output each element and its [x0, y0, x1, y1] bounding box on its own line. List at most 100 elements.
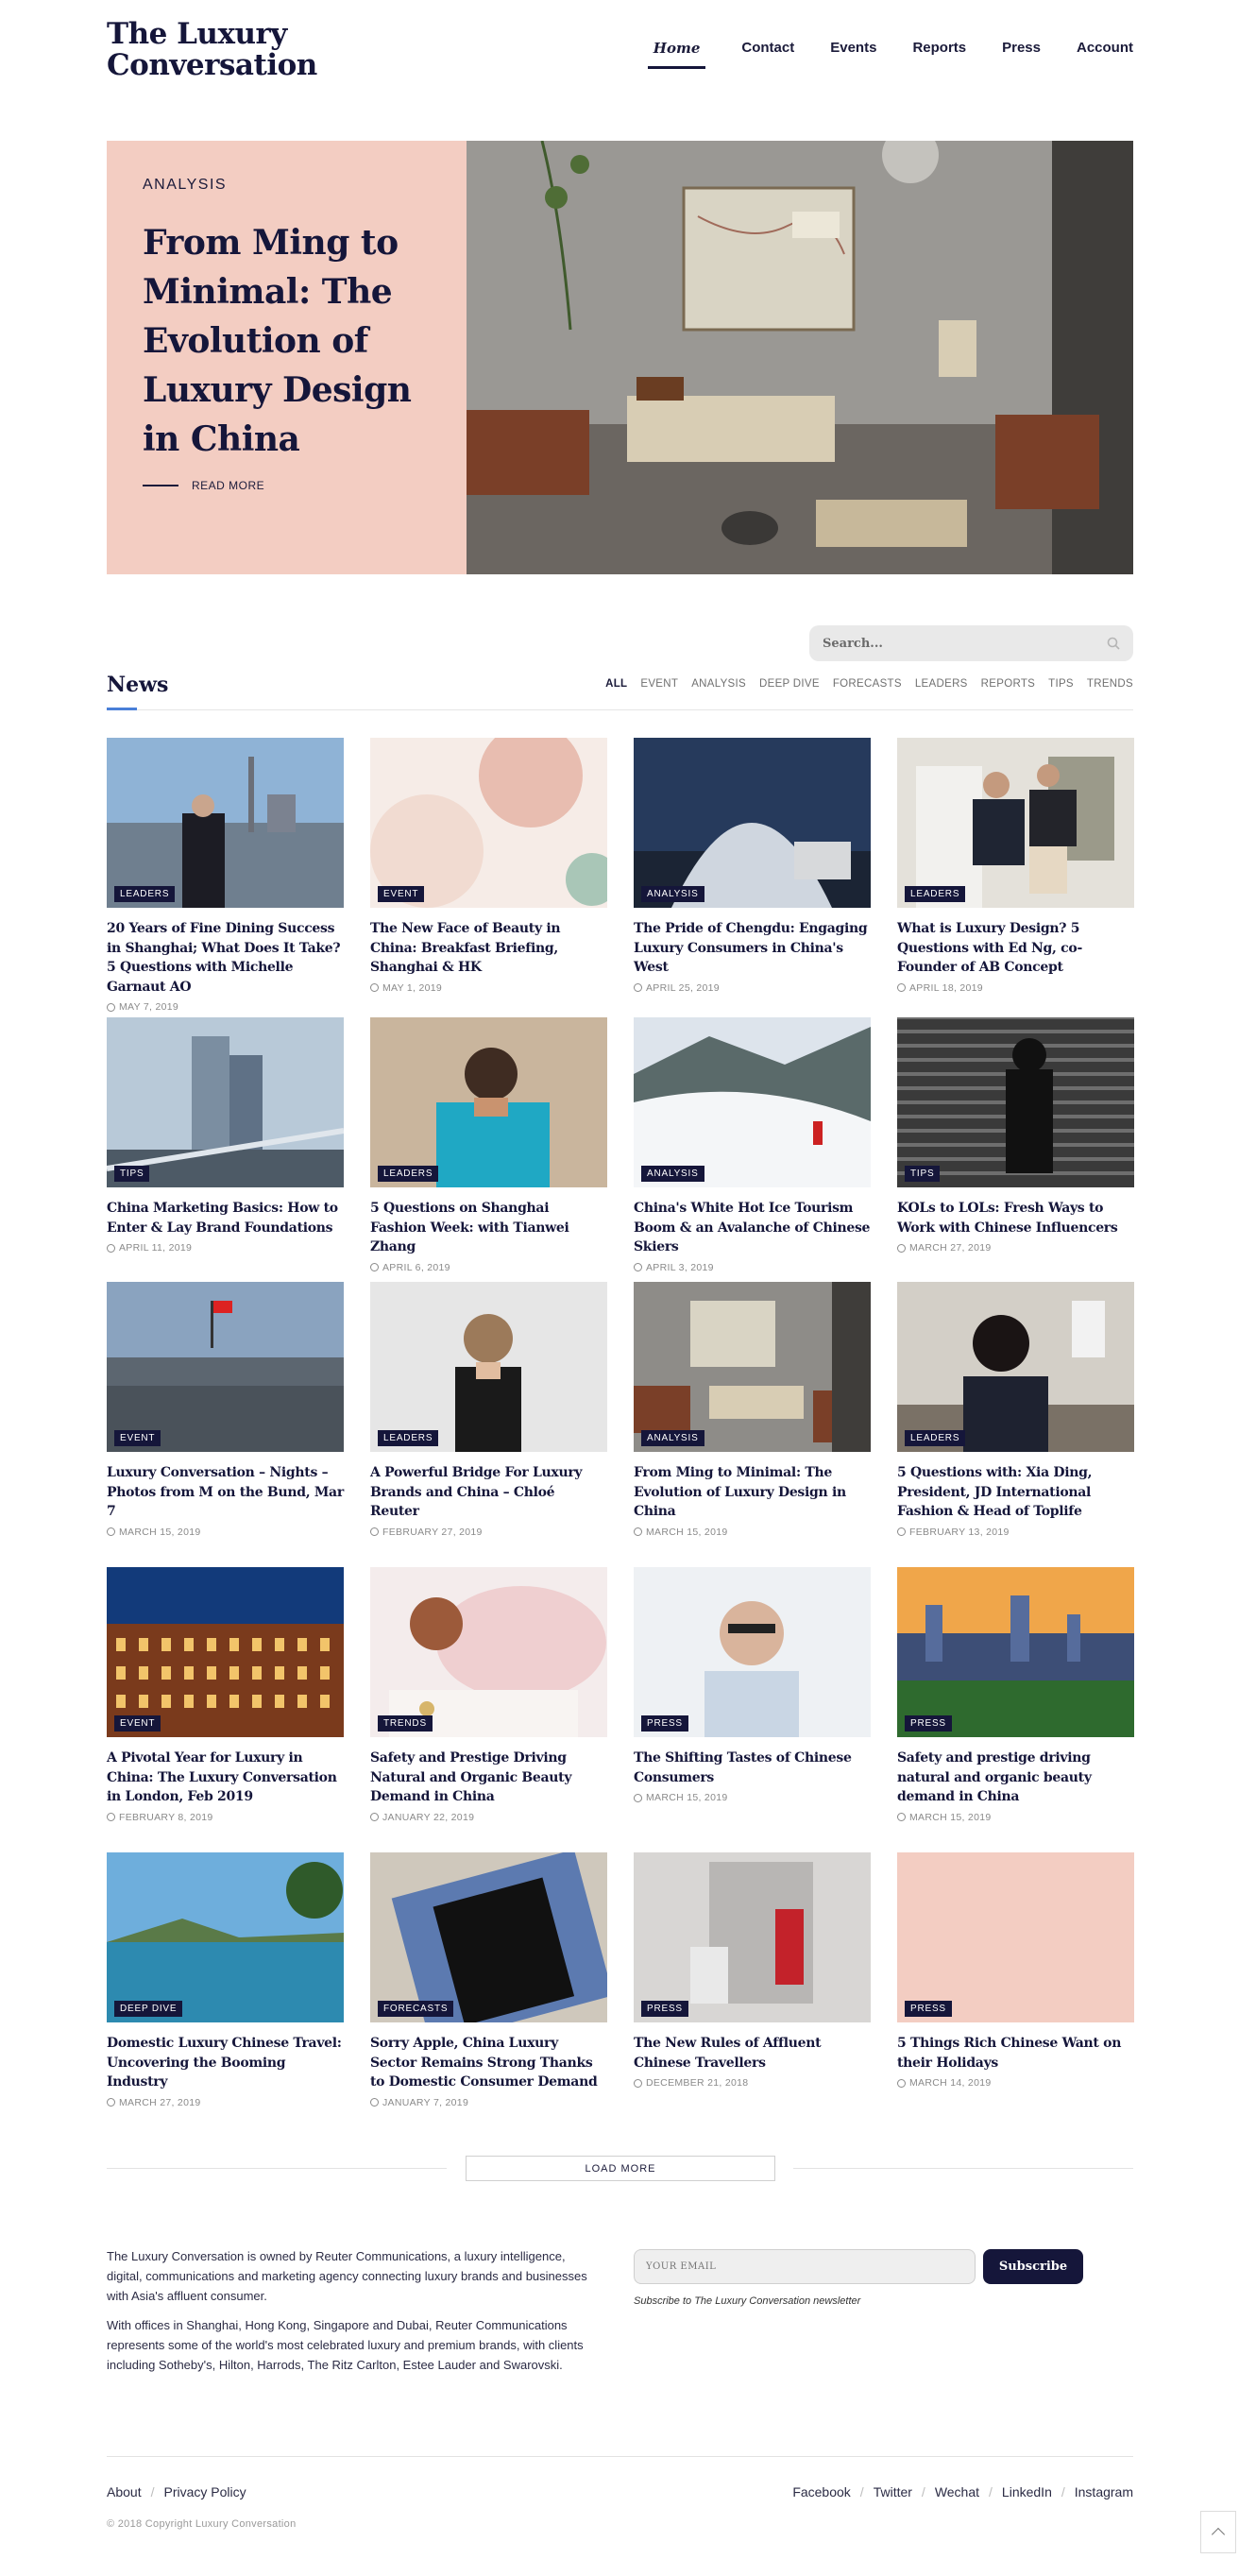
- card-category-badge[interactable]: FORECASTS: [378, 2001, 454, 2017]
- card-thumbnail[interactable]: EVENT: [370, 738, 607, 908]
- card-title[interactable]: 5 Things Rich Chinese Want on their Holi…: [897, 2034, 1134, 2073]
- news-card[interactable]: EVENT The New Face of Beauty in China: Br…: [370, 738, 607, 994]
- card-thumbnail[interactable]: ANALYSIS: [634, 1282, 871, 1452]
- news-card[interactable]: ANALYSIS From Ming to Minimal: The Evolut…: [634, 1282, 871, 1538]
- card-thumbnail[interactable]: DEEP DIVE: [107, 1852, 344, 2022]
- card-category-badge[interactable]: DEEP DIVE: [114, 2001, 183, 2017]
- card-title[interactable]: The New Face of Beauty in China: Breakfa…: [370, 919, 607, 978]
- card-title[interactable]: China Marketing Basics: How to Enter & L…: [107, 1199, 344, 1237]
- card-category-badge[interactable]: PRESS: [641, 2001, 688, 2017]
- news-card[interactable]: ANALYSIS The Pride of Chengdu: Engaging L…: [634, 738, 871, 994]
- news-card[interactable]: LEADERS A Powerful Bridge For Luxury Bran…: [370, 1282, 607, 1538]
- card-title[interactable]: Safety and prestige driving natural and …: [897, 1749, 1134, 1807]
- card-title[interactable]: From Ming to Minimal: The Evolution of L…: [634, 1463, 871, 1522]
- filter-forecasts[interactable]: FORECASTS: [833, 678, 902, 690]
- news-card[interactable]: LEADERS 20 Years of Fine Dining Success i…: [107, 738, 344, 1013]
- filter-deep-dive[interactable]: DEEP DIVE: [759, 678, 820, 690]
- card-title[interactable]: A Pivotal Year for Luxury in China: The …: [107, 1749, 344, 1807]
- news-card[interactable]: DEEP DIVE Domestic Luxury Chinese Travel:…: [107, 1852, 344, 2108]
- card-thumbnail[interactable]: LEADERS: [897, 1282, 1134, 1452]
- social-link-instagram[interactable]: Instagram: [1075, 2484, 1133, 2499]
- card-category-badge[interactable]: EVENT: [114, 1430, 161, 1446]
- news-card[interactable]: PRESS The New Rules of Affluent Chinese T…: [634, 1852, 871, 2089]
- card-title[interactable]: Safety and Prestige Driving Natural and …: [370, 1749, 607, 1807]
- load-more-button[interactable]: LOAD MORE: [466, 2156, 775, 2181]
- news-card[interactable]: PRESS Safety and prestige driving natural…: [897, 1567, 1134, 1823]
- card-title[interactable]: 5 Questions with: Xia Ding, President, J…: [897, 1463, 1134, 1522]
- hero-title[interactable]: From Ming to Minimal: The Evolution of L…: [143, 218, 431, 464]
- card-category-badge[interactable]: ANALYSIS: [641, 1166, 704, 1182]
- filter-analysis[interactable]: ANALYSIS: [691, 678, 746, 690]
- nav-reports[interactable]: Reports: [912, 40, 966, 69]
- site-logo[interactable]: The Luxury Conversation: [107, 19, 333, 81]
- card-thumbnail[interactable]: PRESS: [634, 1567, 871, 1737]
- news-card[interactable]: EVENT A Pivotal Year for Luxury in China:…: [107, 1567, 344, 1823]
- footer-link-privacy[interactable]: Privacy Policy: [163, 2484, 246, 2499]
- news-card[interactable]: TIPS KOLs to LOLs: Fresh Ways to Work wit…: [897, 1017, 1134, 1254]
- news-card[interactable]: PRESS The Shifting Tastes of Chinese Cons…: [634, 1567, 871, 1803]
- card-thumbnail[interactable]: PRESS: [897, 1852, 1134, 2022]
- card-category-badge[interactable]: ANALYSIS: [641, 1430, 704, 1446]
- card-category-badge[interactable]: LEADERS: [114, 886, 176, 902]
- card-thumbnail[interactable]: LEADERS: [370, 1282, 607, 1452]
- subscribe-button[interactable]: Subscribe: [983, 2249, 1083, 2284]
- card-category-badge[interactable]: PRESS: [905, 1715, 952, 1732]
- card-thumbnail[interactable]: LEADERS: [897, 738, 1134, 908]
- social-link-wechat[interactable]: Wechat: [935, 2484, 979, 2499]
- card-thumbnail[interactable]: ANALYSIS: [634, 1017, 871, 1187]
- card-thumbnail[interactable]: PRESS: [634, 1852, 871, 2022]
- card-thumbnail[interactable]: TRENDS: [370, 1567, 607, 1737]
- filter-tips[interactable]: TIPS: [1048, 678, 1074, 690]
- card-title[interactable]: What is Luxury Design? 5 Questions with …: [897, 919, 1134, 978]
- nav-press[interactable]: Press: [1002, 40, 1041, 69]
- social-link-twitter[interactable]: Twitter: [874, 2484, 912, 2499]
- card-title[interactable]: The New Rules of Affluent Chinese Travel…: [634, 2034, 871, 2073]
- card-title[interactable]: 20 Years of Fine Dining Success in Shang…: [107, 919, 344, 997]
- filter-event[interactable]: EVENT: [640, 678, 678, 690]
- nav-home[interactable]: Home: [647, 40, 706, 69]
- nav-account[interactable]: Account: [1077, 40, 1133, 69]
- back-to-top-button[interactable]: [1200, 2511, 1236, 2553]
- card-thumbnail[interactable]: TIPS: [107, 1017, 344, 1187]
- news-card[interactable]: FORECASTS Sorry Apple, China Luxury Secto…: [370, 1852, 607, 2108]
- news-card[interactable]: TIPS China Marketing Basics: How to Enter…: [107, 1017, 344, 1254]
- card-thumbnail[interactable]: FORECASTS: [370, 1852, 607, 2022]
- card-thumbnail[interactable]: TIPS: [897, 1017, 1134, 1187]
- social-link-linkedin[interactable]: LinkedIn: [1002, 2484, 1052, 2499]
- filter-reports[interactable]: REPORTS: [981, 678, 1035, 690]
- card-category-badge[interactable]: EVENT: [378, 886, 425, 902]
- news-card[interactable]: TRENDS Safety and Prestige Driving Natura…: [370, 1567, 607, 1823]
- card-title[interactable]: KOLs to LOLs: Fresh Ways to Work with Ch…: [897, 1199, 1134, 1237]
- card-category-badge[interactable]: TIPS: [114, 1166, 150, 1182]
- card-thumbnail[interactable]: EVENT: [107, 1282, 344, 1452]
- card-category-badge[interactable]: LEADERS: [378, 1430, 439, 1446]
- card-thumbnail[interactable]: LEADERS: [370, 1017, 607, 1187]
- card-title[interactable]: The Pride of Chengdu: Engaging Luxury Co…: [634, 919, 871, 978]
- filter-all[interactable]: ALL: [605, 678, 627, 690]
- card-title[interactable]: Luxury Conversation – Nights – Photos fr…: [107, 1463, 344, 1522]
- hero-image[interactable]: [467, 141, 1133, 574]
- news-card[interactable]: LEADERS 5 Questions on Shanghai Fashion W…: [370, 1017, 607, 1273]
- card-category-badge[interactable]: LEADERS: [905, 1430, 966, 1446]
- card-title[interactable]: China's White Hot Ice Tourism Boom & an …: [634, 1199, 871, 1257]
- card-category-badge[interactable]: LEADERS: [905, 886, 966, 902]
- card-category-badge[interactable]: TRENDS: [378, 1715, 433, 1732]
- card-title[interactable]: Domestic Luxury Chinese Travel: Uncoveri…: [107, 2034, 344, 2092]
- card-category-badge[interactable]: TIPS: [905, 1166, 941, 1182]
- hero-category[interactable]: ANALYSIS: [143, 177, 431, 194]
- nav-contact[interactable]: Contact: [741, 40, 794, 69]
- card-title[interactable]: Sorry Apple, China Luxury Sector Remains…: [370, 2034, 607, 2092]
- news-card[interactable]: PRESS 5 Things Rich Chinese Want on their…: [897, 1852, 1134, 2089]
- hero-read-more[interactable]: READ MORE: [143, 479, 264, 492]
- news-card[interactable]: ANALYSIS China's White Hot Ice Tourism Bo…: [634, 1017, 871, 1273]
- search-input[interactable]: [823, 636, 1107, 651]
- news-card[interactable]: LEADERS 5 Questions with: Xia Ding, Presi…: [897, 1282, 1134, 1538]
- card-category-badge[interactable]: EVENT: [114, 1715, 161, 1732]
- hero-feature[interactable]: ANALYSIS From Ming to Minimal: The Evolu…: [107, 141, 1133, 574]
- news-card[interactable]: EVENT Luxury Conversation – Nights – Phot…: [107, 1282, 344, 1538]
- card-category-badge[interactable]: PRESS: [905, 2001, 952, 2017]
- card-title[interactable]: A Powerful Bridge For Luxury Brands and …: [370, 1463, 607, 1522]
- filter-trends[interactable]: TRENDS: [1087, 678, 1133, 690]
- email-field[interactable]: [646, 2261, 963, 2272]
- news-card[interactable]: LEADERS What is Luxury Design? 5 Question…: [897, 738, 1134, 994]
